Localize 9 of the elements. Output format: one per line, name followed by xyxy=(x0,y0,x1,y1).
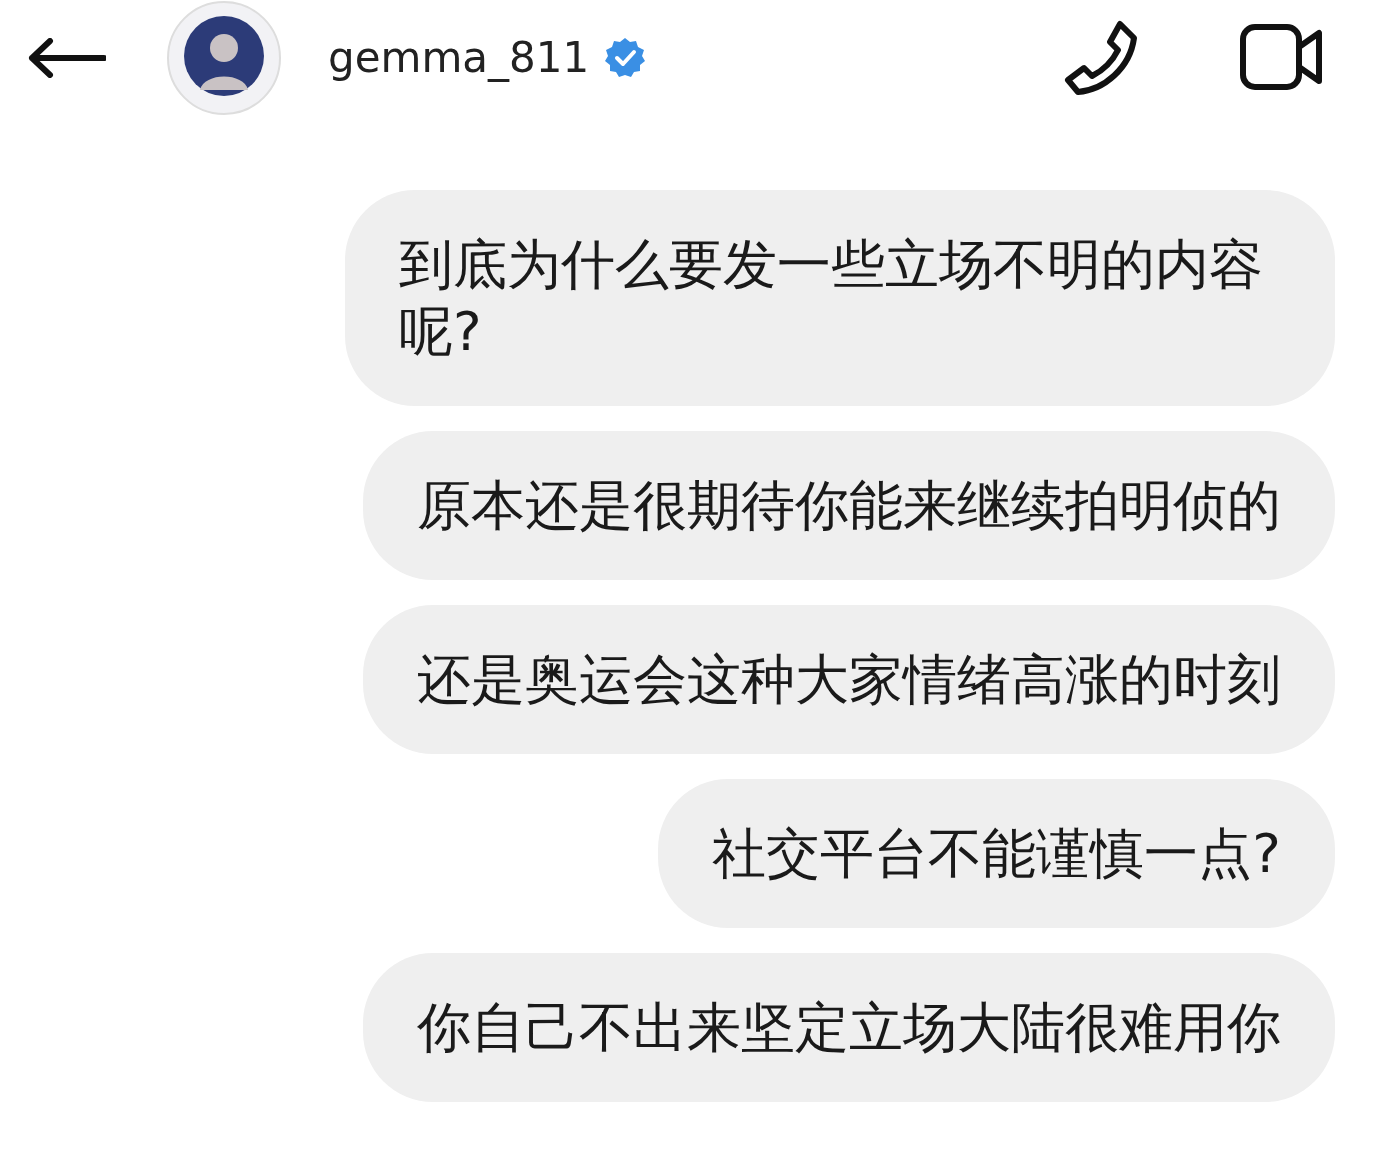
message-bubble: 你自己不出来坚定立场大陆很难用你 xyxy=(363,953,1335,1102)
message-bubble: 社交平台不能谨慎一点? xyxy=(658,779,1335,928)
message-bubble: 原本还是很期待你能来继续拍明侦的 xyxy=(363,431,1335,580)
username[interactable]: gemma_811 xyxy=(328,26,590,89)
message-bubble: 还是奥运会这种大家情绪高涨的时刻 xyxy=(363,605,1335,754)
avatar[interactable] xyxy=(166,0,282,116)
video-camera-icon[interactable] xyxy=(1239,22,1325,93)
message-bubble: 到底为什么要发一些立场不明的内容呢? xyxy=(345,190,1335,406)
back-icon[interactable] xyxy=(28,37,106,78)
